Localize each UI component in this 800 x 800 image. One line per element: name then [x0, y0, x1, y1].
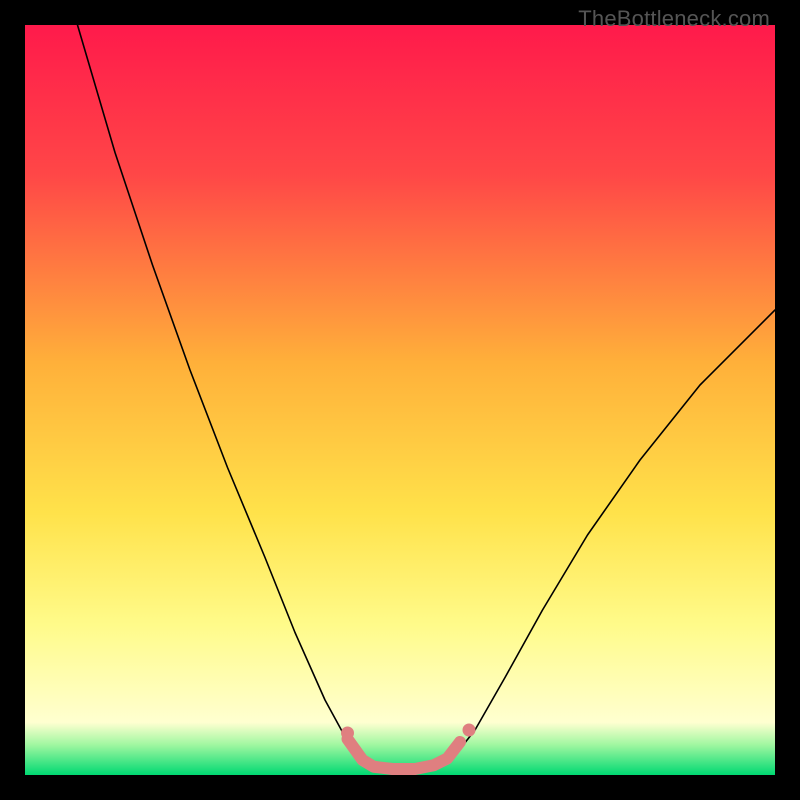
highlight-dot-right-end — [450, 744, 459, 753]
chart-svg — [25, 25, 775, 775]
highlight-dot-right-gap — [463, 724, 476, 737]
highlight-dot-left — [341, 727, 354, 740]
watermark-label: TheBottleneck.com — [578, 6, 770, 32]
gradient-background — [25, 25, 775, 775]
chart-frame — [25, 25, 775, 775]
